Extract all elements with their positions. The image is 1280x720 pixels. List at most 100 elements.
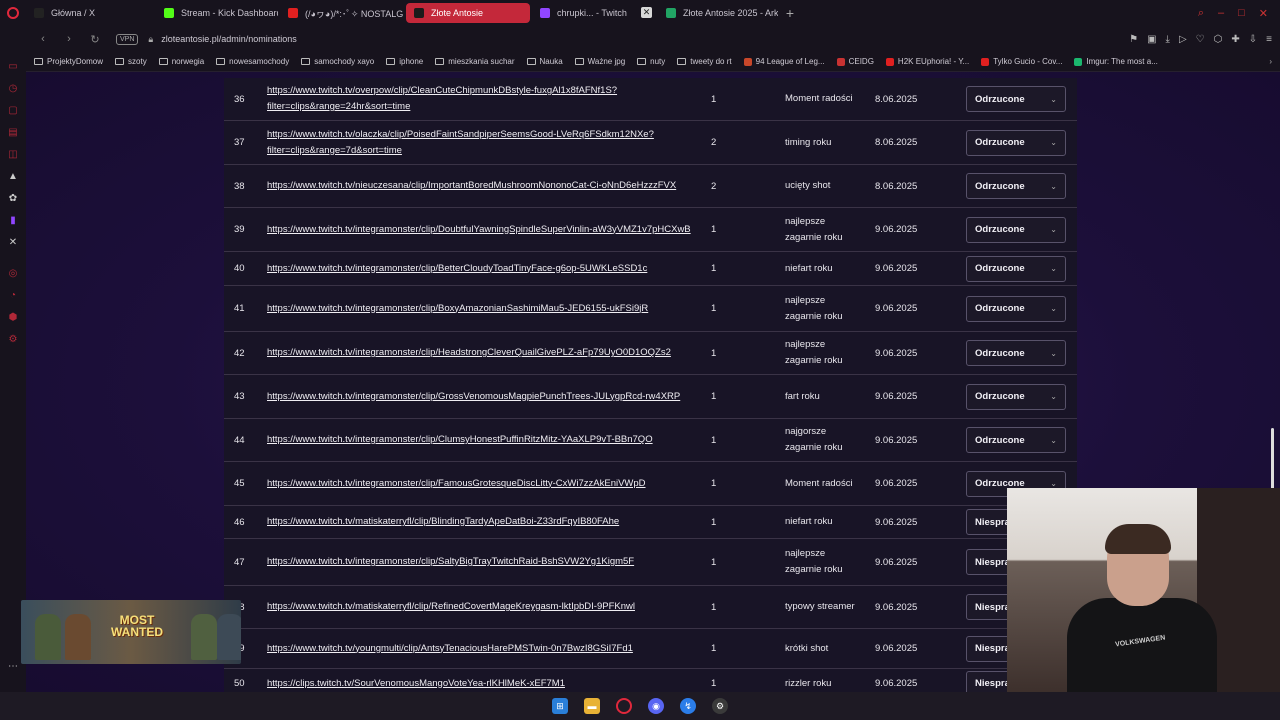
sidebar-cube-icon[interactable]: ⬢ <box>7 312 19 324</box>
tab-2[interactable]: Stream - Kick Dashboard <box>156 3 278 23</box>
close-window-icon[interactable]: ✕ <box>1259 7 1268 20</box>
clip-link[interactable]: https://www.twitch.tv/matiskaterryfl/cli… <box>267 599 697 615</box>
tab-3[interactable]: (/◕ヮ◕)/*:･ﾟ✧ NOSTALGI <box>280 3 404 23</box>
chevron-down-icon: ⌄ <box>1050 264 1057 273</box>
sidebar-twitch-icon[interactable]: ▮ <box>7 215 19 227</box>
clip-link[interactable]: https://www.twitch.tv/matiskaterryfl/cli… <box>267 514 697 530</box>
tab-6[interactable]: Złote Antosie 2025 - Arku <box>658 3 778 23</box>
status-select[interactable]: Odrzucone ⌄ <box>966 427 1066 453</box>
close-tab-icon[interactable]: ✕ <box>641 7 652 18</box>
bookmark-label: H2K EUphoria! - Y... <box>897 57 970 66</box>
status-value: Niespra <box>975 678 1010 689</box>
sidebar-home-icon[interactable]: ▭ <box>7 61 19 73</box>
status-select[interactable]: Odrzucone ⌄ <box>966 86 1066 112</box>
clip-link[interactable]: https://www.twitch.tv/integramonster/cli… <box>267 261 697 277</box>
bookmark-item[interactable]: tweety do rt <box>677 57 732 66</box>
clip-link[interactable]: https://www.twitch.tv/integramonster/cli… <box>267 222 697 238</box>
forward-icon[interactable]: › <box>60 33 78 45</box>
clip-link[interactable]: https://www.twitch.tv/integramonster/cli… <box>267 476 697 492</box>
folder-icon <box>677 58 687 65</box>
new-tab-button[interactable]: + <box>780 3 800 23</box>
clip-link[interactable]: https://www.twitch.tv/integramonster/cli… <box>267 389 697 405</box>
sidebar-clock-icon[interactable]: ◔ <box>7 290 19 302</box>
file-explorer-icon[interactable]: ▬ <box>584 698 600 714</box>
bookmark-icon[interactable]: ⚑ <box>1129 34 1138 45</box>
bookmark-item[interactable]: samochody xayo <box>301 57 374 66</box>
vpn-badge[interactable]: VPN <box>116 33 139 45</box>
menu-icon[interactable]: ≡ <box>1266 34 1272 45</box>
minimize-icon[interactable]: – <box>1218 7 1224 19</box>
clip-link[interactable]: https://clips.twitch.tv/SourVenomousMang… <box>267 676 697 692</box>
status-value: Odrzucone <box>975 180 1025 192</box>
bookmark-item[interactable]: norwegia <box>158 57 205 66</box>
snapshot-icon[interactable]: ▣ <box>1147 34 1156 45</box>
url-field[interactable]: zloteantosie.pl/admin/nominations <box>161 34 297 44</box>
opera-menu-icon[interactable] <box>0 0 26 26</box>
bookmark-item[interactable]: nowesamochody <box>216 57 289 66</box>
status-select[interactable]: Odrzucone ⌄ <box>966 295 1066 322</box>
sidebar-messages-icon[interactable]: ▤ <box>7 127 19 139</box>
sidebar-x-icon[interactable]: ✕ <box>7 237 19 249</box>
tab-4[interactable]: Złote Antosie <box>406 3 530 23</box>
status-select[interactable]: Odrzucone ⌄ <box>966 383 1066 410</box>
wallet-icon[interactable]: ⬡ <box>1214 34 1223 45</box>
sidebar-music-icon[interactable]: ◎ <box>7 268 19 280</box>
sidebar-bag-icon[interactable]: ▢ <box>7 105 19 117</box>
back-icon[interactable]: ‹ <box>34 33 52 45</box>
clip-link[interactable]: https://www.twitch.tv/overpow/clip/Clean… <box>267 83 697 115</box>
sidebar-mail-icon[interactable]: ◫ <box>7 149 19 161</box>
bookmark-item[interactable]: CEIDG <box>836 57 874 66</box>
status-select[interactable]: Odrzucone ⌄ <box>966 129 1066 156</box>
bookmark-item[interactable]: Ważne jpg <box>574 57 625 66</box>
tab-5[interactable]: chrupki... - Twitch ✕ <box>532 3 656 23</box>
discord-taskbar-icon[interactable]: ◉ <box>648 698 664 714</box>
bookmark-item[interactable]: 94 League of Leg... <box>743 57 825 66</box>
bookmark-item[interactable]: mieszkania suchar <box>435 57 515 66</box>
status-value: Niespra <box>975 516 1010 528</box>
sidebar-history-icon[interactable]: ◷ <box>7 83 19 95</box>
sidebar-more-icon[interactable]: ⋯ <box>7 661 19 673</box>
reload-icon[interactable]: ↻ <box>86 33 104 46</box>
status-select[interactable]: Odrzucone ⌄ <box>966 255 1066 282</box>
maximize-icon[interactable]: □ <box>1238 7 1245 19</box>
clip-link[interactable]: https://www.twitch.tv/integramonster/cli… <box>267 301 697 317</box>
messenger-taskbar-icon[interactable]: ↯ <box>680 698 696 714</box>
status-select[interactable]: Odrzucone ⌄ <box>966 216 1066 243</box>
steam-taskbar-icon[interactable]: ⚙ <box>712 698 728 714</box>
bookmark-item[interactable]: nuty <box>637 57 665 66</box>
folder-icon <box>386 58 396 65</box>
clip-link[interactable]: https://www.twitch.tv/olaczka/clip/Poise… <box>267 127 697 159</box>
bookmark-item[interactable]: ProjektyDomow <box>34 57 103 66</box>
bookmark-item[interactable]: iphone <box>386 57 423 66</box>
clip-link[interactable]: https://www.twitch.tv/integramonster/cli… <box>267 554 697 570</box>
player-icon[interactable]: ▷ <box>1179 34 1187 45</box>
extensions-icon[interactable]: ✚ <box>1231 34 1239 45</box>
status-select[interactable]: Odrzucone ⌄ <box>966 173 1066 199</box>
bookmarks-more-icon[interactable]: › <box>1269 57 1272 66</box>
vote-count: 1 <box>711 303 717 314</box>
bookmark-item[interactable]: szoty <box>115 57 147 66</box>
bookmark-item[interactable]: Nauka <box>526 57 563 66</box>
windows-start-icon[interactable]: ⊞ <box>552 698 568 714</box>
downloads-icon[interactable]: ⇩ <box>1249 34 1257 45</box>
chevron-down-icon: ⌄ <box>1050 348 1057 358</box>
heart-icon[interactable]: ♡ <box>1196 34 1205 45</box>
clip-link[interactable]: https://www.twitch.tv/nieuczesana/clip/I… <box>267 178 697 194</box>
status-select[interactable]: Odrzucone ⌄ <box>966 340 1066 366</box>
opera-taskbar-icon[interactable] <box>616 698 632 714</box>
tab-1[interactable]: Główna / X <box>26 3 154 23</box>
status-value: Niespra <box>975 643 1010 654</box>
bookmark-label: norwegia <box>171 57 205 66</box>
chevron-down-icon: ⌄ <box>1050 392 1057 401</box>
clip-link[interactable]: https://www.twitch.tv/youngmulti/clip/An… <box>267 641 697 657</box>
bookmark-item[interactable]: H2K EUphoria! - Y... <box>885 57 970 66</box>
sidebar-settings-icon[interactable]: ⚙ <box>7 334 19 346</box>
sidebar-aria-icon[interactable]: ▲ <box>7 171 19 183</box>
sidebar-chatgpt-icon[interactable]: ✿ <box>7 193 19 205</box>
clip-link[interactable]: https://www.twitch.tv/integramonster/cli… <box>267 345 697 361</box>
search-tabs-icon[interactable]: ⌕ <box>1198 7 1204 20</box>
download-icon[interactable]: ⤓ <box>1166 34 1170 45</box>
clip-link[interactable]: https://www.twitch.tv/integramonster/cli… <box>267 432 697 448</box>
bookmark-item[interactable]: Tylko Gucio - Cov... <box>981 57 1062 66</box>
bookmark-item[interactable]: Imgur: The most a... <box>1074 57 1158 66</box>
